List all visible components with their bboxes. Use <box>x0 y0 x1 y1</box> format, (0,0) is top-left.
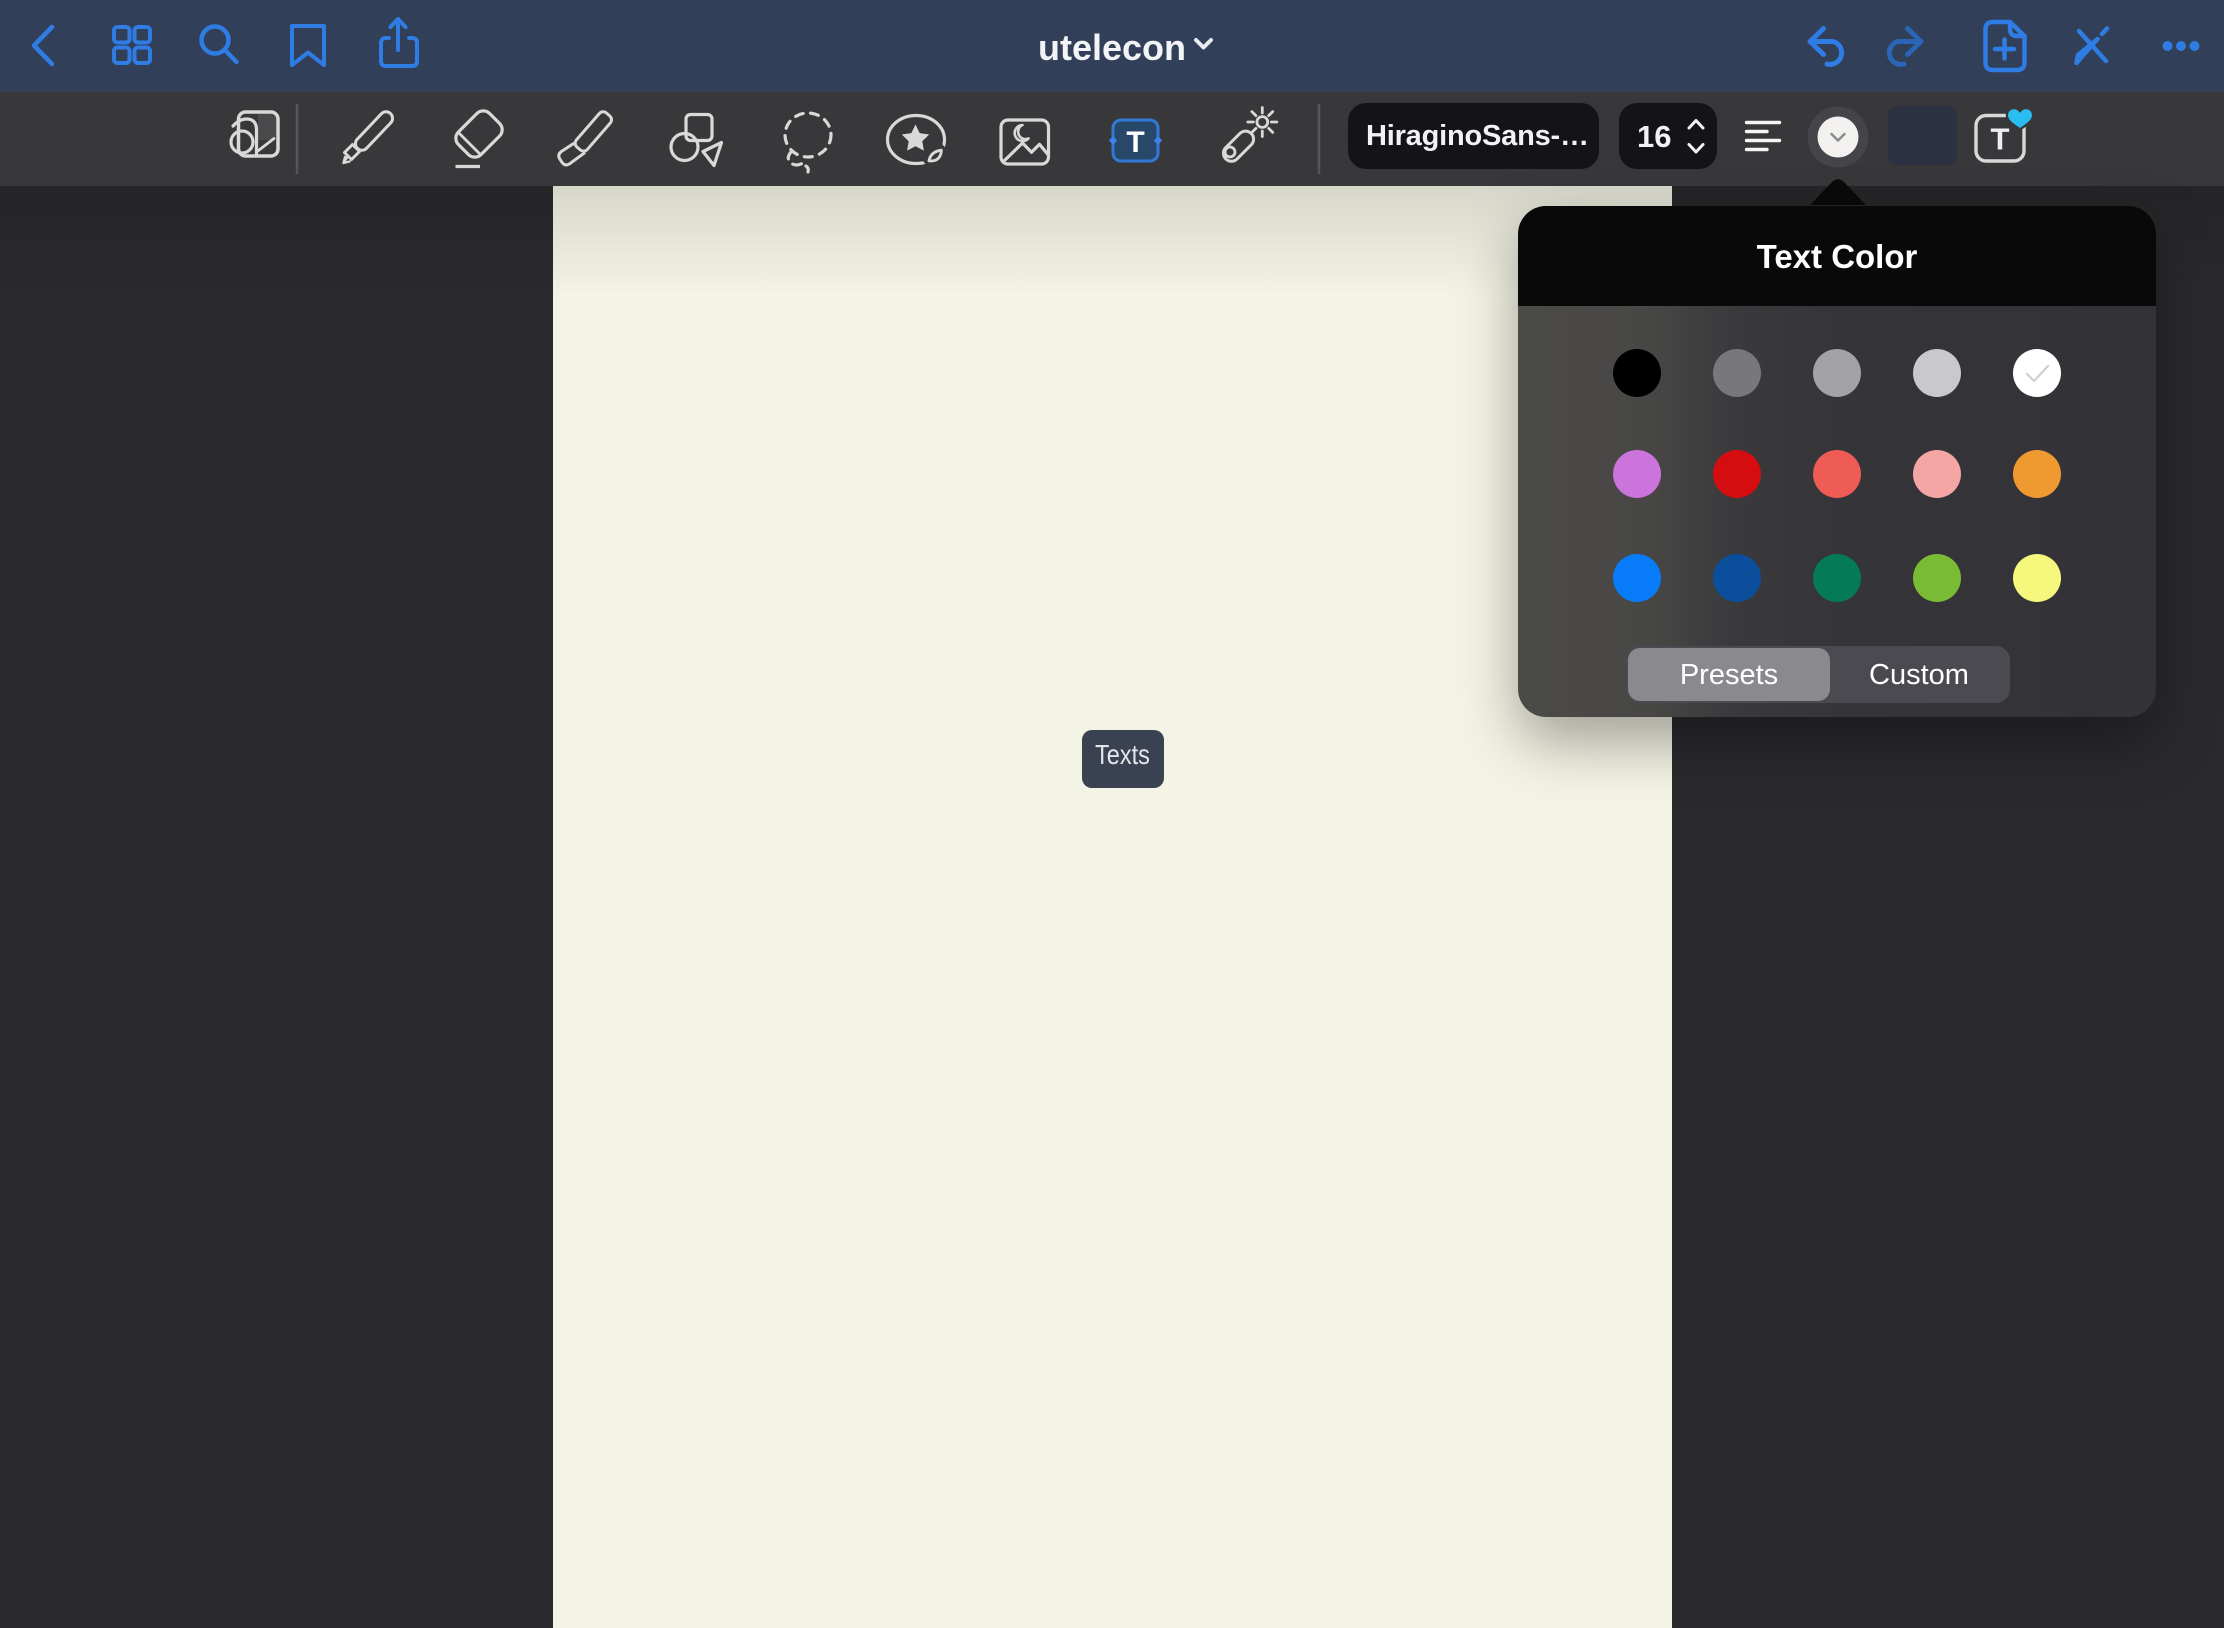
svg-text:T: T <box>1991 122 2010 157</box>
svg-text:T: T <box>1126 126 1144 159</box>
